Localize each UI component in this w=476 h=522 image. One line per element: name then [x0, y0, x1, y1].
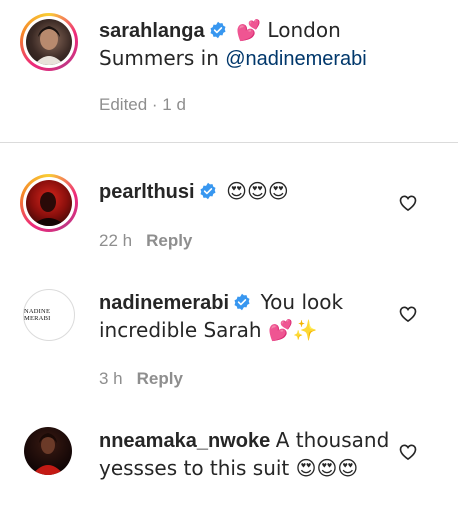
username-pearlthusi[interactable]: pearlthusi: [99, 181, 195, 203]
username-nneamaka-nwoke[interactable]: nneamaka_nwoke: [99, 430, 270, 452]
username-sarahlanga[interactable]: sarahlanga: [99, 20, 205, 42]
caption-text: sarahlanga 💕 London Summers in @nadineme…: [99, 18, 367, 70]
verified-badge-icon: [234, 293, 250, 311]
avatar-sarahlanga[interactable]: [20, 13, 78, 71]
caption-meta: Edited · 1 d: [99, 95, 186, 114]
avatar-pearlthusi[interactable]: [20, 174, 78, 232]
verified-badge-icon: [200, 182, 216, 200]
comment-meta: 22 h Reply: [99, 231, 192, 251]
avatar-nadinemerabi[interactable]: NADINE MERABI: [23, 289, 81, 347]
reply-button[interactable]: Reply: [146, 231, 192, 250]
comment-text: nneamaka_nwoke A thousand yessses to thi…: [99, 428, 390, 480]
comment-meta: 3 h Reply: [99, 369, 183, 389]
mention-link[interactable]: @nadinemerabi: [225, 48, 367, 70]
comment-time: 3 h: [99, 369, 123, 388]
heart-outline-icon[interactable]: [398, 304, 418, 324]
username-nadinemerabi[interactable]: nadinemerabi: [99, 292, 229, 314]
comment-time: 22 h: [99, 231, 133, 250]
divider: [0, 142, 458, 143]
verified-badge-icon: [210, 21, 226, 39]
comment-text: pearlthusi 😍😍😍: [99, 179, 289, 203]
brand-logo: NADINE MERABI: [24, 308, 51, 322]
avatar-nneamaka-nwoke[interactable]: [24, 427, 82, 485]
heart-outline-icon[interactable]: [398, 193, 418, 213]
comment-text: nadinemerabi You look incredible Sarah 💕…: [99, 290, 344, 342]
reply-button[interactable]: Reply: [137, 369, 183, 388]
heart-outline-icon[interactable]: [398, 442, 418, 462]
